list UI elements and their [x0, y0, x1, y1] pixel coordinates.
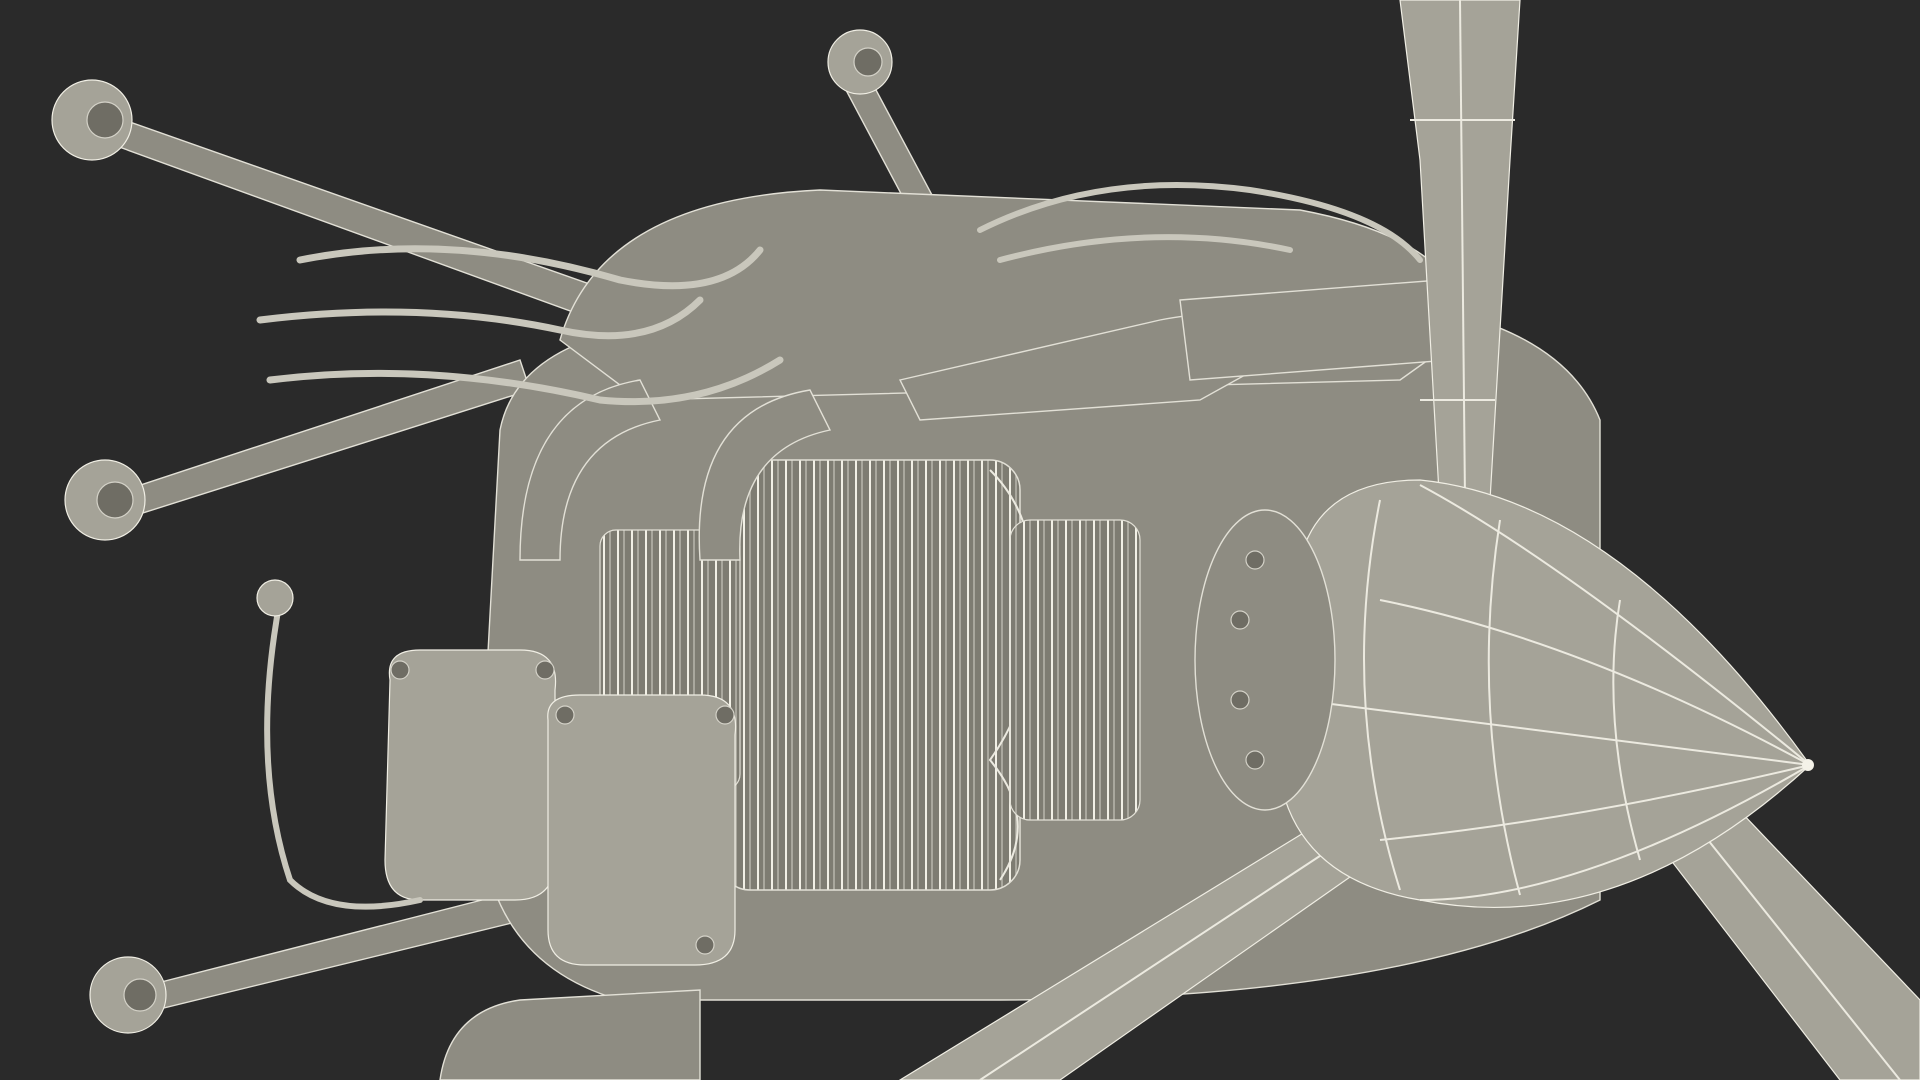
prop-flange — [1194, 509, 1336, 811]
engine-wireframe-render — [0, 0, 1920, 1080]
